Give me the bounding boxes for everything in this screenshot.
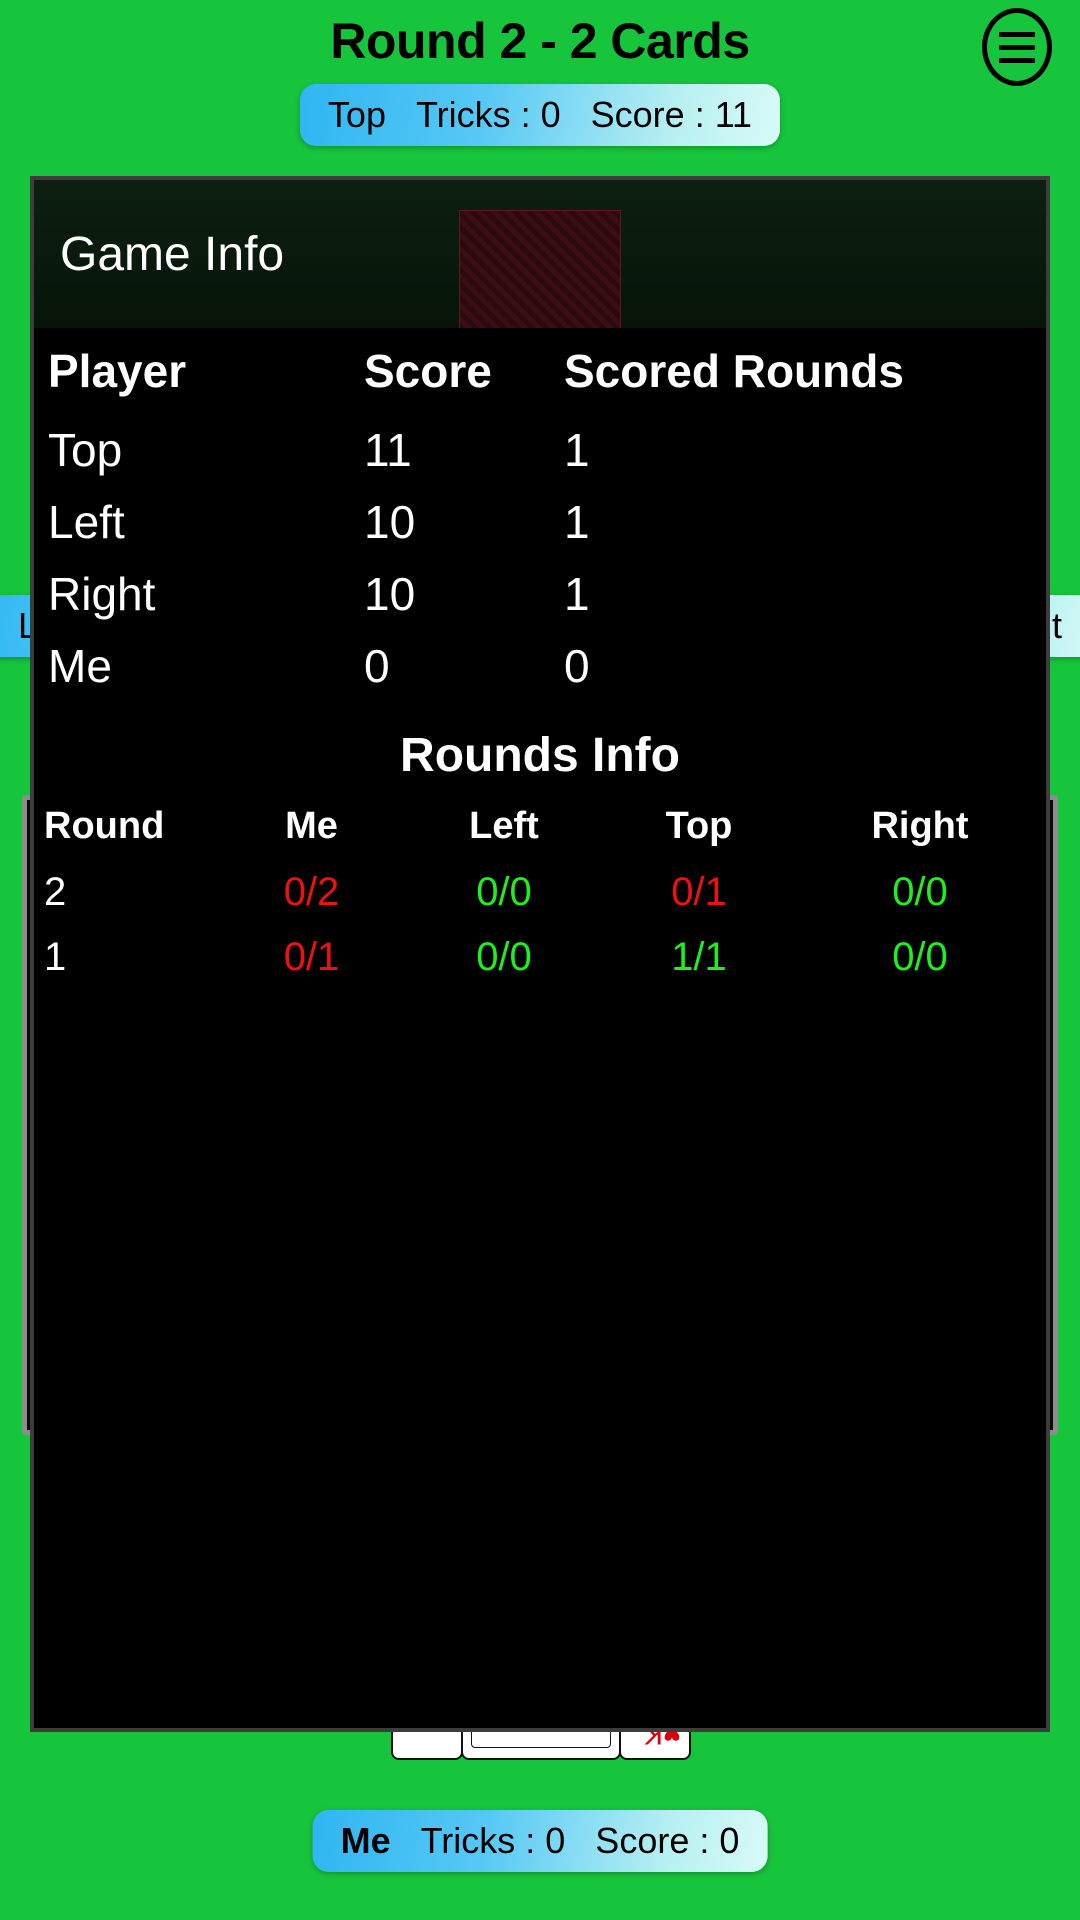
rounds-cell-left: 0/0 <box>476 870 532 914</box>
rounds-header-me: Me <box>285 805 338 847</box>
dialog-body: Player Score Scored Rounds Top 11 1 Left… <box>34 328 1046 1728</box>
score-cell-score: 10 <box>364 496 416 548</box>
score-header-rounds: Scored Rounds <box>564 345 904 397</box>
menu-bar-1 <box>999 31 1035 37</box>
rounds-cell-top: 0/1 <box>671 870 727 914</box>
table-row: 2 0/2 0/0 0/1 0/0 <box>34 862 1046 927</box>
player-score-me: Score : 0 <box>595 1820 740 1861</box>
player-tricks-me: Tricks : 0 <box>420 1820 566 1861</box>
rounds-table-header-row: Round Me Left Top Right <box>34 805 1046 862</box>
rounds-table: Round Me Left Top Right 2 0/2 0/0 0/1 0/… <box>34 805 1046 992</box>
table-row: 1 0/1 0/0 1/1 0/0 <box>34 927 1046 992</box>
page-title: Round 2 - 2 Cards <box>330 13 750 69</box>
player-hud-me[interactable]: Me Tricks : 0 Score : 0 <box>312 1810 768 1872</box>
score-table-header-row: Player Score Scored Rounds <box>34 328 1046 414</box>
rounds-cell-me: 0/2 <box>283 870 340 914</box>
rounds-cell-right: 0/0 <box>892 870 948 914</box>
menu-bar-2 <box>999 44 1035 50</box>
score-cell-rounds: 1 <box>564 496 590 548</box>
rounds-cell-round: 1 <box>44 935 67 979</box>
game-screen: Round 2 - 2 Cards Top Tricks : 0 Score :… <box>0 0 1080 1920</box>
score-table: Player Score Scored Rounds Top 11 1 Left… <box>34 328 1046 702</box>
rounds-header-right: Right <box>871 805 969 847</box>
player-score-top: Score : 11 <box>590 94 753 135</box>
table-row: Left 10 1 <box>34 486 1046 558</box>
card-back-icon <box>459 210 621 338</box>
rounds-cell-top: 1/1 <box>671 935 727 979</box>
score-cell-player: Left <box>48 496 125 548</box>
score-header-player: Player <box>48 345 187 397</box>
score-cell-player: Top <box>48 424 123 476</box>
score-cell-score: 11 <box>364 424 412 476</box>
rounds-cell-left: 0/0 <box>476 935 532 979</box>
rounds-header-left: Left <box>469 805 539 847</box>
player-name-me: Me <box>340 1820 391 1861</box>
score-cell-rounds: 1 <box>564 568 590 620</box>
player-hud-top[interactable]: Top Tricks : 0 Score : 11 <box>299 84 781 146</box>
player-name-top: Top <box>327 94 386 135</box>
game-info-dialog: Game Info Player Score Scored Rounds Top… <box>30 176 1050 1732</box>
score-cell-score: 10 <box>364 568 416 620</box>
rounds-header-top: Top <box>665 805 733 847</box>
dialog-title: Game Info <box>60 227 285 281</box>
score-header-score: Score <box>364 345 492 397</box>
score-cell-player: Right <box>48 568 156 620</box>
rounds-info-title: Rounds Info <box>400 729 680 782</box>
player-tricks-top: Tricks : 0 <box>415 94 561 135</box>
dialog-header: Game Info <box>34 180 1046 338</box>
score-cell-rounds: 1 <box>564 424 590 476</box>
score-cell-rounds: 0 <box>564 640 590 692</box>
rounds-cell-round: 2 <box>44 870 67 914</box>
rounds-cell-me: 0/1 <box>283 935 340 979</box>
hamburger-menu-icon[interactable] <box>982 8 1052 86</box>
rounds-cell-right: 0/0 <box>892 935 948 979</box>
table-row: Right 10 1 <box>34 558 1046 630</box>
menu-bar-3 <box>999 57 1035 63</box>
rounds-header-round: Round <box>44 805 165 847</box>
score-cell-score: 0 <box>364 640 390 692</box>
table-row: Me 0 0 <box>34 630 1046 702</box>
score-cell-player: Me <box>48 640 112 692</box>
table-row: Top 11 1 <box>34 414 1046 486</box>
